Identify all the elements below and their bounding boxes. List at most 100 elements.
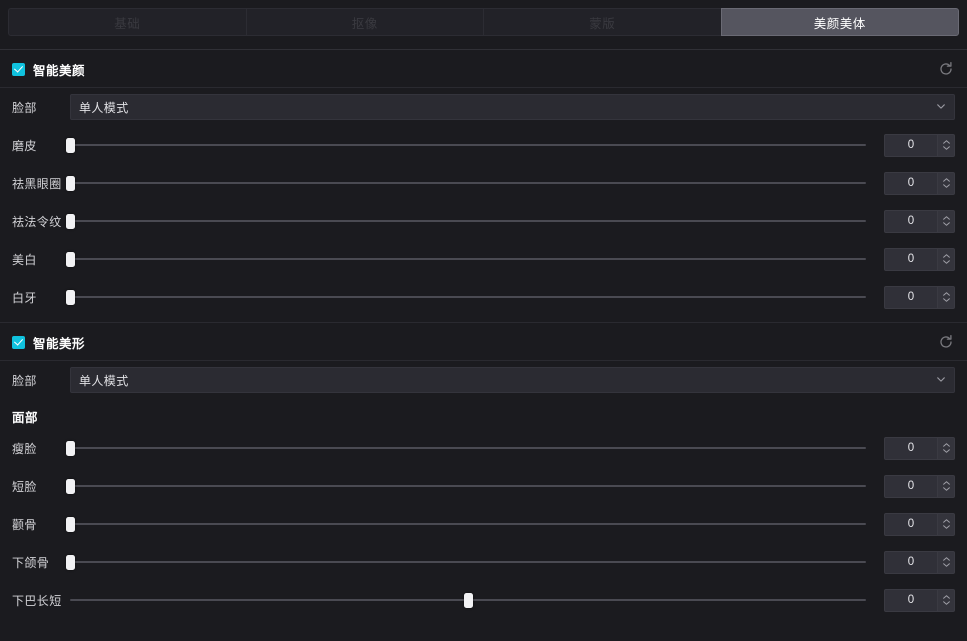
- stepper-dark-circles[interactable]: 0: [884, 171, 955, 195]
- slider-track: [70, 220, 866, 222]
- smart-reshape-face-mode-select[interactable]: 单人模式: [70, 367, 955, 393]
- stepper-jawbone-value[interactable]: 0: [884, 550, 938, 574]
- slider-thumb[interactable]: [65, 440, 75, 456]
- slider-label-jawbone: 下颌骨: [12, 555, 50, 570]
- stepper-slim-face-value[interactable]: 0: [884, 436, 938, 460]
- stepper-slim-face[interactable]: 0: [884, 436, 955, 460]
- tab-mask-label: 蒙版: [589, 16, 616, 31]
- chevron-down-icon: [937, 104, 945, 109]
- slider-track: [70, 182, 866, 184]
- tab-mask[interactable]: 蒙版: [483, 8, 721, 36]
- stepper-nasolabial[interactable]: 0: [884, 209, 955, 233]
- slider-track: [70, 144, 866, 146]
- tab-basic-label: 基础: [114, 16, 141, 31]
- smart-reshape-face-mode-label: 脸部: [12, 373, 37, 388]
- stepper-short-face-value[interactable]: 0: [884, 474, 938, 498]
- slider-label-chin-length: 下巴长短: [12, 593, 62, 608]
- slider-row-nasolabial: 祛法令纹 0: [0, 202, 967, 240]
- reset-circular-arrow-icon[interactable]: [935, 331, 957, 353]
- slider-track: [70, 561, 866, 563]
- slider-thumb[interactable]: [65, 289, 75, 305]
- stepper-cheekbone[interactable]: 0: [884, 512, 955, 536]
- slider-jawbone[interactable]: [65, 552, 866, 572]
- slider-row-whiten: 美白 0: [0, 240, 967, 278]
- subsection-face-title: 面部: [12, 410, 39, 425]
- stepper-nasolabial-value[interactable]: 0: [884, 209, 938, 233]
- stepper-cheekbone-value[interactable]: 0: [884, 512, 938, 536]
- stepper-teeth-whiten-value[interactable]: 0: [884, 285, 938, 309]
- slider-chin-length[interactable]: [70, 590, 866, 610]
- slider-track: [70, 523, 866, 525]
- stepper-jawbone[interactable]: 0: [884, 550, 955, 574]
- stepper-dark-circles-value[interactable]: 0: [884, 171, 938, 195]
- slider-label-nasolabial: 祛法令纹: [12, 214, 62, 229]
- tab-basic[interactable]: 基础: [8, 8, 246, 36]
- section-smart-reshape-checkbox[interactable]: [12, 335, 25, 349]
- stepper-short-face[interactable]: 0: [884, 474, 955, 498]
- slider-thumb[interactable]: [65, 213, 75, 229]
- smart-beauty-face-mode-row: 脸部 单人模式: [0, 88, 967, 126]
- smart-beauty-face-mode-select[interactable]: 单人模式: [70, 94, 955, 120]
- tab-beauty[interactable]: 美颜美体: [720, 8, 959, 36]
- section-smart-beauty-checkbox[interactable]: [12, 62, 25, 76]
- slider-slim-face[interactable]: [65, 438, 866, 458]
- settings-scroll-area[interactable]: 智能美颜 脸部 单人模式 磨皮 0 祛黑眼圈 0 祛法令纹 0 美白 0 白牙 …: [0, 50, 967, 641]
- slider-cheekbone[interactable]: [65, 514, 866, 534]
- slider-label-teeth-whiten: 白牙: [12, 290, 37, 305]
- slider-thumb[interactable]: [65, 554, 75, 570]
- slider-row-slim-face: 瘦脸 0: [0, 429, 967, 467]
- stepper-short-face-spinner[interactable]: [938, 474, 955, 498]
- section-smart-beauty-title: 智能美颜: [33, 63, 86, 78]
- slider-thumb[interactable]: [65, 175, 75, 191]
- smart-beauty-face-mode-label: 脸部: [12, 100, 37, 115]
- slider-label-mopi: 磨皮: [12, 138, 37, 153]
- chevron-down-icon: [937, 377, 945, 382]
- tab-beauty-label: 美颜美体: [813, 16, 866, 31]
- section-smart-reshape-header: 智能美形: [0, 327, 967, 357]
- stepper-whiten-spinner[interactable]: [938, 247, 955, 271]
- stepper-mopi[interactable]: 0: [884, 133, 955, 157]
- slider-thumb[interactable]: [463, 592, 473, 608]
- stepper-teeth-whiten[interactable]: 0: [884, 285, 955, 309]
- tab-keying[interactable]: 抠像: [245, 8, 483, 36]
- stepper-cheekbone-spinner[interactable]: [938, 512, 955, 536]
- stepper-nasolabial-spinner[interactable]: [938, 209, 955, 233]
- stepper-whiten[interactable]: 0: [884, 247, 955, 271]
- slider-mopi[interactable]: [65, 135, 866, 155]
- slider-label-dark-circles: 祛黑眼圈: [12, 176, 62, 191]
- slider-row-dark-circles: 祛黑眼圈 0: [0, 164, 967, 202]
- stepper-teeth-whiten-spinner[interactable]: [938, 285, 955, 309]
- slider-teeth-whiten[interactable]: [65, 287, 866, 307]
- smart-reshape-face-mode-row: 脸部 单人模式: [0, 361, 967, 399]
- slider-row-mopi: 磨皮 0: [0, 126, 967, 164]
- slider-thumb[interactable]: [65, 478, 75, 494]
- stepper-chin-length-value[interactable]: 0: [884, 588, 938, 612]
- slider-label-cheekbone: 颧骨: [12, 517, 37, 532]
- tab-keying-label: 抠像: [351, 16, 378, 31]
- slider-label-slim-face: 瘦脸: [12, 441, 37, 456]
- stepper-chin-length-spinner[interactable]: [938, 588, 955, 612]
- stepper-jawbone-spinner[interactable]: [938, 550, 955, 574]
- slider-track: [70, 447, 866, 449]
- stepper-mopi-spinner[interactable]: [938, 133, 955, 157]
- reset-circular-arrow-icon[interactable]: [935, 58, 957, 80]
- beauty-settings-panel: 基础 抠像 蒙版 美颜美体 智能美颜 脸部 单人模式 磨皮 0 祛黑眼圈 0 祛…: [0, 0, 967, 641]
- slider-whiten[interactable]: [65, 249, 866, 269]
- stepper-whiten-value[interactable]: 0: [884, 247, 938, 271]
- slider-thumb[interactable]: [65, 516, 75, 532]
- slider-track: [70, 485, 866, 487]
- slider-label-whiten: 美白: [12, 252, 37, 267]
- slider-short-face[interactable]: [65, 476, 866, 496]
- stepper-mopi-value[interactable]: 0: [884, 133, 938, 157]
- stepper-slim-face-spinner[interactable]: [938, 436, 955, 460]
- tab-bar: 基础 抠像 蒙版 美颜美体: [0, 0, 967, 42]
- stepper-chin-length[interactable]: 0: [884, 588, 955, 612]
- slider-track: [70, 296, 866, 298]
- slider-row-chin-length: 下巴长短 0: [0, 581, 967, 619]
- stepper-dark-circles-spinner[interactable]: [938, 171, 955, 195]
- slider-nasolabial[interactable]: [65, 211, 866, 231]
- slider-thumb[interactable]: [65, 251, 75, 267]
- smart-reshape-face-mode-value: 单人模式: [79, 373, 129, 388]
- slider-dark-circles[interactable]: [65, 173, 866, 193]
- slider-thumb[interactable]: [65, 137, 75, 153]
